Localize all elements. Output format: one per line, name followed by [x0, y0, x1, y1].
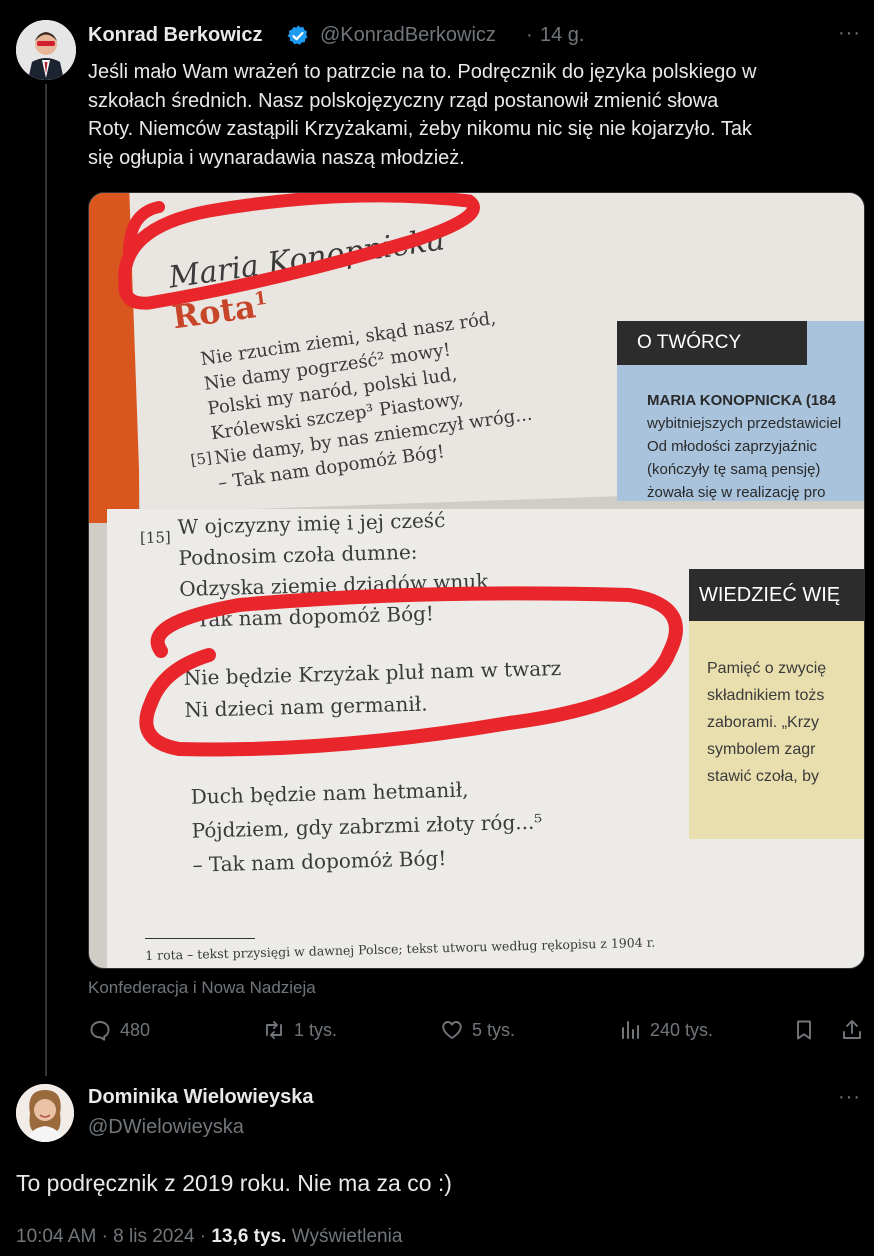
reply-avatar-image [16, 1084, 74, 1142]
separator-dot: · [101, 1226, 108, 1247]
separator-dot: · [526, 24, 533, 46]
bookmark-button[interactable] [792, 1018, 816, 1042]
reply-views-label: Wyświetlenia [291, 1226, 403, 1247]
reply-time[interactable]: 10:04 AM [16, 1226, 96, 1247]
affiliation-label[interactable]: Konfederacja i Nowa Nadzieja [88, 978, 316, 998]
separator-dot: · [199, 1226, 207, 1247]
like-button[interactable]: 5 tys. [440, 1018, 515, 1042]
reply-author-handle[interactable]: @DWielowieyska [88, 1116, 244, 1139]
share-icon [843, 1020, 861, 1039]
reply-views-count: 13,6 tys. [211, 1226, 287, 1247]
thread-connector-line [45, 84, 47, 1076]
reply-date[interactable]: 8 lis 2024 [113, 1226, 194, 1247]
reply-author-name[interactable]: Dominika Wielowieyska [88, 1086, 313, 1109]
more-options-icon[interactable]: ··· [838, 22, 861, 45]
repost-button[interactable]: 1 tys. [262, 1018, 337, 1042]
reply-meta: 10:04 AM · 8 lis 2024 · 13,6 tys. Wyświe… [16, 1226, 402, 1248]
author-handle[interactable]: @KonradBerkowicz [320, 24, 496, 47]
reply-more-options-icon[interactable]: ··· [838, 1086, 861, 1109]
reply-avatar[interactable] [16, 1084, 74, 1142]
tweet-photo[interactable]: Maria Konopnicka Rota1 Nie rzucim ziemi,… [88, 192, 865, 969]
views-button[interactable]: 240 tys. [618, 1018, 713, 1042]
like-count: 5 tys. [472, 1019, 516, 1040]
reply-button[interactable]: 480 [88, 1018, 150, 1042]
bookmark-icon [797, 1020, 811, 1040]
repost-count: 1 tys. [294, 1019, 338, 1040]
avatar[interactable] [16, 20, 76, 80]
heart-icon [442, 1021, 462, 1039]
tweet-timestamp[interactable]: 14 g. [540, 24, 584, 47]
reply-icon [90, 1021, 110, 1041]
views-count: 240 tys. [650, 1019, 714, 1040]
author-name[interactable]: Konrad Berkowicz [88, 24, 262, 47]
share-button[interactable] [840, 1018, 864, 1042]
avatar-image [16, 20, 76, 80]
tweet-text: Jeśli mało Wam wrażeń to patrzcie na to.… [88, 61, 757, 169]
repost-icon [266, 1021, 282, 1039]
reply-count: 480 [120, 1019, 151, 1040]
views-chart-icon [622, 1021, 639, 1039]
verified-badge-icon [287, 25, 308, 45]
reply-text: To podręcznik z 2019 roku. Nie ma za co … [16, 1170, 452, 1196]
red-marker-annotations [118, 193, 683, 757]
